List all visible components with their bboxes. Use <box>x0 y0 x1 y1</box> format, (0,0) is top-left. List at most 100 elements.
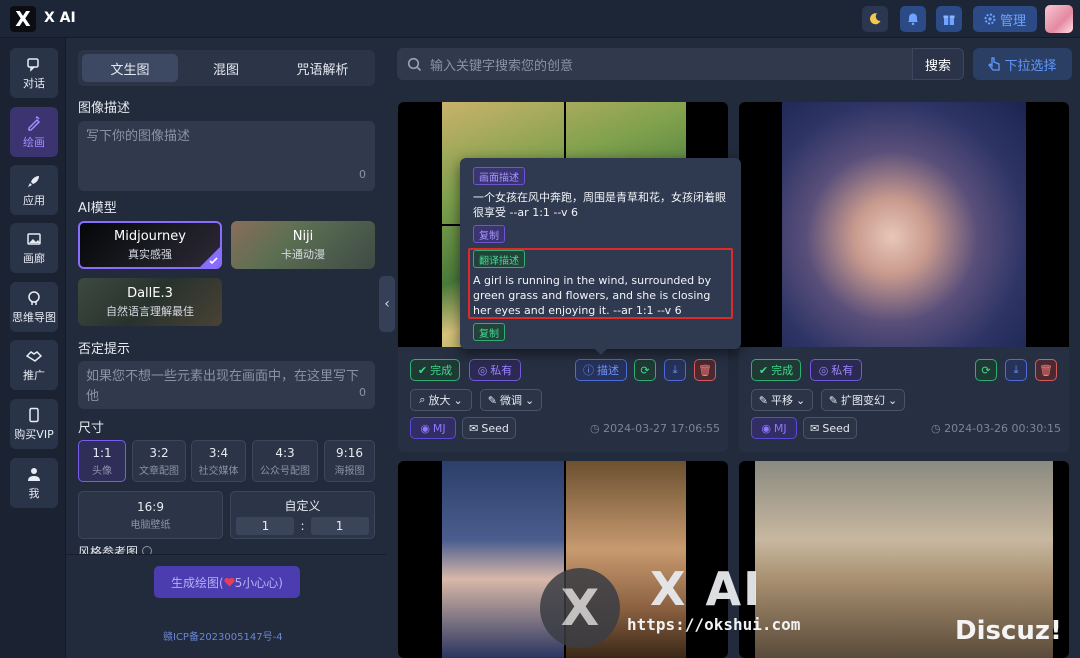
describe-text: 描述 <box>597 362 619 378</box>
status-text: 完成 <box>430 362 452 378</box>
search-input[interactable]: 输入关键字搜索您的创意 <box>397 48 913 80</box>
description-input[interactable]: 写下你的图像描述 0 <box>78 121 375 191</box>
desc-title: 图像描述 <box>78 97 130 116</box>
seed-button[interactable]: ✉Seed <box>462 417 516 439</box>
model-midjourney[interactable]: Midjourney 真实感强 <box>78 221 222 269</box>
negative-prompt-input[interactable]: 如果您不想一些元素出现在画面中，在这里写下他 0 <box>78 361 375 409</box>
delete-button[interactable]: 🗑 <box>1035 359 1057 381</box>
describe-button[interactable]: ⓘ描述 <box>575 359 627 381</box>
custom-height-input[interactable]: 1 <box>311 517 369 535</box>
generate-cost: 5小心心) <box>235 574 283 591</box>
size-4-3[interactable]: 4:3 公众号配图 <box>252 440 318 482</box>
status-text: 完成 <box>771 362 793 378</box>
search-placeholder: 输入关键字搜索您的创意 <box>430 55 573 74</box>
divider <box>66 554 386 555</box>
size-ratio: 1:1 <box>92 446 111 460</box>
size-ratio: 4:3 <box>275 446 294 460</box>
notification-button[interactable] <box>900 6 926 32</box>
size-3-2[interactable]: 3:2 文章配图 <box>132 440 186 482</box>
tab-prompt-parse[interactable]: 咒语解析 <box>274 54 371 82</box>
eye-icon: ◉ <box>420 422 430 435</box>
sidebar-item-label: 推广 <box>23 367 45 383</box>
size-label: 头像 <box>92 462 112 477</box>
dropdown-select-button[interactable]: 下拉选择 <box>973 48 1072 80</box>
sidebar-item-apps[interactable]: 应用 <box>10 165 58 215</box>
custom-width-input[interactable]: 1 <box>236 517 294 535</box>
sidebar-item-vip[interactable]: 购买VIP <box>10 399 58 449</box>
zoom-dropdown[interactable]: ✎扩图变幻⌄ <box>821 389 905 411</box>
bell-icon <box>906 12 920 26</box>
upscale-dropdown[interactable]: ⌕放大⌄ <box>410 389 472 411</box>
status-badge: ✔完成 <box>410 359 460 381</box>
vary-dropdown[interactable]: ✎微调⌄ <box>480 389 542 411</box>
sidebar-item-label: 画廊 <box>23 250 45 266</box>
search-button[interactable]: 搜索 <box>912 48 964 80</box>
size-label: 电脑壁纸 <box>131 516 171 531</box>
pan-dropdown[interactable]: ✎平移⌄ <box>751 389 813 411</box>
moon-icon <box>868 12 882 26</box>
size-label: 海报图 <box>335 462 365 477</box>
sidebar-item-label: 绘画 <box>23 134 45 150</box>
sidebar-item-label: 我 <box>29 485 40 501</box>
sidebar-item-label: 思维导图 <box>12 309 56 325</box>
private-toggle[interactable]: ◎私有 <box>810 359 862 381</box>
size-9-16[interactable]: 9:16 海报图 <box>324 440 375 482</box>
gallery-icon <box>26 231 42 247</box>
help-icon[interactable] <box>142 546 152 554</box>
size-label: 社交媒体 <box>199 462 239 477</box>
seed-button[interactable]: ✉Seed <box>803 417 857 439</box>
trash-icon: 🗑 <box>698 364 712 377</box>
mode-tabs: 文生图 混图 咒语解析 <box>78 50 375 86</box>
negative-placeholder: 如果您不想一些元素出现在画面中，在这里写下他 <box>86 369 359 404</box>
download-button[interactable]: ⤓ <box>1005 359 1027 381</box>
size-16-9[interactable]: 16:9 电脑壁纸 <box>78 491 223 539</box>
size-ratio: 16:9 <box>137 500 164 514</box>
tab-blend[interactable]: 混图 <box>178 54 274 82</box>
private-text: 私有 <box>831 362 853 378</box>
size-3-4[interactable]: 3:4 社交媒体 <box>191 440 246 482</box>
model-desc: 卡通动漫 <box>281 246 325 262</box>
copy-prompt-button[interactable]: 复制 <box>473 225 505 243</box>
style-reference-title: 风格参考图 <box>78 546 138 554</box>
mail-icon: ✉ <box>810 422 819 435</box>
regenerate-button[interactable]: ⟳ <box>975 359 997 381</box>
sidebar-item-me[interactable]: 我 <box>10 458 58 508</box>
private-toggle[interactable]: ◎私有 <box>469 359 521 381</box>
model-niji[interactable]: Niji 卡通动漫 <box>231 221 375 269</box>
chevron-down-icon: ⌄ <box>796 394 805 407</box>
zoom-text: 扩图变幻 <box>841 392 885 408</box>
generate-button[interactable]: 生成绘图( 5小心心) <box>154 566 300 598</box>
status-badge: ✔完成 <box>751 359 801 381</box>
sidebar-item-chat[interactable]: 对话 <box>10 48 58 98</box>
collapse-panel-button[interactable]: ‹ <box>379 276 395 332</box>
model-badge: ◉MJ <box>751 417 797 439</box>
custom-separator: : <box>300 519 304 533</box>
sidebar-item-paint[interactable]: 绘画 <box>10 107 58 157</box>
icp-record[interactable]: 赣ICP备2023005147号-4 <box>163 628 283 643</box>
chevron-down-icon: ⌄ <box>888 394 897 407</box>
theme-toggle-button[interactable] <box>862 6 888 32</box>
description-placeholder: 写下你的图像描述 <box>86 129 190 144</box>
size-1-1[interactable]: 1:1 头像 <box>78 440 126 482</box>
user-avatar[interactable] <box>1045 5 1073 33</box>
generated-image[interactable] <box>739 102 1069 347</box>
vary-text: 微调 <box>500 392 522 408</box>
app-logo[interactable]: X <box>10 6 36 32</box>
download-button[interactable]: ⤓ <box>664 359 686 381</box>
sidebar-item-mindmap[interactable]: 思维导图 <box>10 282 58 332</box>
tab-text-to-image[interactable]: 文生图 <box>82 54 178 82</box>
model-dalle3[interactable]: DallE.3 自然语言理解最佳 <box>78 278 222 326</box>
sidebar-item-promote[interactable]: 推广 <box>10 340 58 390</box>
delete-button[interactable]: 🗑 <box>694 359 716 381</box>
copy-translation-button[interactable]: 复制 <box>473 323 505 341</box>
regenerate-button[interactable]: ⟳ <box>634 359 656 381</box>
model-text: MJ <box>433 422 446 435</box>
gift-button[interactable] <box>936 6 962 32</box>
sidebar-item-gallery[interactable]: 画廊 <box>10 223 58 273</box>
prompt-tag: 画面描述 <box>473 167 525 185</box>
wand-icon: ✎ <box>759 394 768 407</box>
prompt-text: 一个女孩在风中奔跑，周围是青草和花，女孩闭着眼很享受 --ar 1:1 --v … <box>473 190 731 220</box>
seed-text: Seed <box>822 422 850 435</box>
gear-icon <box>984 13 996 25</box>
manage-button[interactable]: 管理 <box>973 6 1037 32</box>
